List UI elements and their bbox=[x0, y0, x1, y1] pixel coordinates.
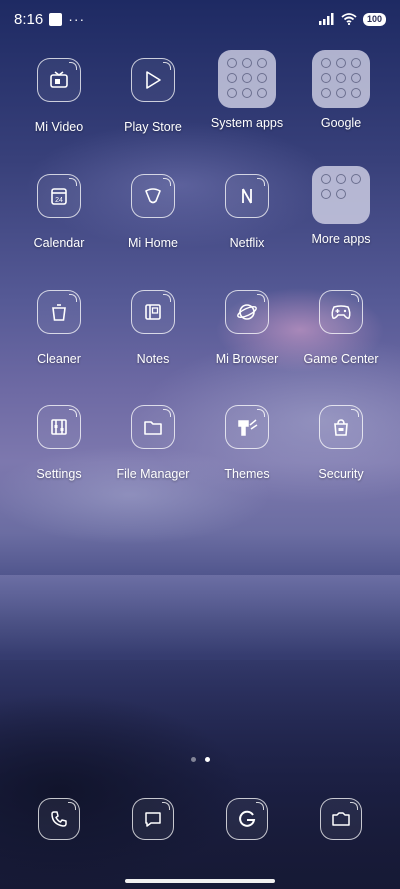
folder-file-icon bbox=[131, 405, 175, 449]
browser-icon bbox=[225, 290, 269, 334]
status-bar: 8:16 ··· 100 bbox=[0, 0, 400, 38]
app-cleaner[interactable]: Cleaner bbox=[12, 290, 106, 366]
app-mi-browser[interactable]: Mi Browser bbox=[200, 290, 294, 366]
signal-icon bbox=[318, 13, 334, 25]
settings-icon bbox=[37, 405, 81, 449]
app-label: Cleaner bbox=[37, 352, 81, 366]
status-left: 8:16 ··· bbox=[14, 11, 85, 28]
app-label: Security bbox=[318, 467, 364, 481]
app-notes[interactable]: Notes bbox=[106, 290, 200, 366]
page-dot-active[interactable] bbox=[204, 757, 210, 762]
calendar-date: 24 bbox=[55, 197, 63, 204]
app-label: File Manager bbox=[116, 467, 190, 481]
netflix-icon bbox=[225, 174, 269, 218]
app-label: Mi Browser bbox=[215, 352, 279, 366]
app-label: Game Center bbox=[303, 352, 379, 366]
status-time: 8:16 bbox=[14, 10, 44, 28]
app-calendar[interactable]: 24 Calendar bbox=[12, 174, 106, 250]
app-netflix[interactable]: Netflix bbox=[200, 174, 294, 250]
brush-icon bbox=[225, 405, 269, 449]
dock-camera[interactable] bbox=[294, 798, 388, 840]
chrome-icon bbox=[226, 798, 268, 840]
folder-more-apps[interactable]: More apps bbox=[294, 166, 388, 246]
app-security[interactable]: Security bbox=[294, 405, 388, 481]
page-indicator bbox=[0, 757, 400, 762]
folder-icon bbox=[312, 50, 370, 108]
mi-home-icon bbox=[131, 174, 175, 218]
app-label: Notes bbox=[136, 352, 170, 366]
battery-indicator: 100 bbox=[362, 12, 386, 26]
app-label: Netflix bbox=[229, 236, 265, 250]
message-icon bbox=[132, 798, 174, 840]
folder-icon bbox=[312, 166, 370, 224]
app-play-store[interactable]: Play Store bbox=[106, 58, 200, 134]
play-store-icon bbox=[131, 58, 175, 102]
dock-phone[interactable] bbox=[12, 798, 106, 840]
home-indicator[interactable] bbox=[125, 879, 275, 883]
app-label: Calendar bbox=[33, 236, 85, 250]
phone-icon bbox=[38, 798, 80, 840]
app-label: Google bbox=[320, 116, 362, 130]
folder-google[interactable]: Google bbox=[294, 50, 388, 130]
app-file-manager[interactable]: File Manager bbox=[106, 405, 200, 481]
app-themes[interactable]: Themes bbox=[200, 405, 294, 481]
dock-messages[interactable] bbox=[106, 798, 200, 840]
wifi-icon bbox=[341, 13, 357, 25]
app-game-center[interactable]: Game Center bbox=[294, 290, 388, 366]
trash-icon bbox=[37, 290, 81, 334]
folder-icon bbox=[218, 50, 276, 108]
status-right: 100 bbox=[318, 12, 386, 26]
wallpaper-beach bbox=[0, 660, 400, 889]
page-dot[interactable] bbox=[190, 757, 196, 762]
app-label: Play Store bbox=[124, 120, 182, 134]
app-settings[interactable]: Settings bbox=[12, 405, 106, 481]
dock-chrome[interactable] bbox=[200, 798, 294, 840]
gamepad-icon bbox=[319, 290, 363, 334]
notification-icon bbox=[49, 12, 63, 26]
app-label: More apps bbox=[311, 232, 371, 246]
camera-icon bbox=[320, 798, 362, 840]
calendar-icon: 24 bbox=[37, 174, 81, 218]
app-label: Mi Home bbox=[127, 236, 178, 250]
app-label: System apps bbox=[210, 116, 284, 130]
app-label: Themes bbox=[224, 467, 270, 481]
notes-icon bbox=[131, 290, 175, 334]
mi-video-icon bbox=[37, 58, 81, 102]
app-label: Settings bbox=[36, 467, 82, 481]
more-notifications-icon: ··· bbox=[68, 11, 86, 27]
app-mi-home[interactable]: Mi Home bbox=[106, 174, 200, 250]
folder-system-apps[interactable]: System apps bbox=[200, 50, 294, 130]
security-bag-icon bbox=[319, 405, 363, 449]
app-label: Mi Video bbox=[34, 120, 84, 134]
app-mi-video[interactable]: Mi Video bbox=[12, 58, 106, 134]
wallpaper-horizon bbox=[0, 575, 400, 655]
